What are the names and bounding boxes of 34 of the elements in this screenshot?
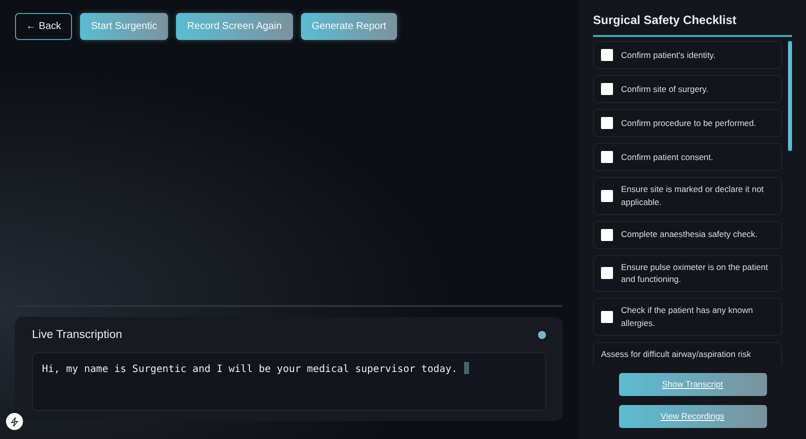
status-dot-icon [538,331,546,340]
item-label: Complete anaesthesia safety check. [621,228,758,241]
lightning-icon[interactable] [6,413,23,430]
item-label: Confirm patient consent. [621,150,714,164]
item-label: Assess for difficult airway/aspiration risk [601,348,752,360]
item-label: Ensure pulse oximeter is on the patient and functioning. [621,260,769,286]
checklist-item[interactable]: Ensure pulse oximeter is on the patient and functioning. [593,254,782,292]
checklist-item[interactable]: Ensure site is marked or declare it not applicable. [593,177,782,214]
checklist-item[interactable]: Confirm procedure to be performed. [593,109,782,137]
checkbox[interactable] [601,190,613,202]
transcript-text: Hi, my name is Surgentic and I will be your medical supervisor today. [42,363,458,377]
scrollbar-thumb[interactable] [788,41,792,151]
checkbox[interactable] [601,151,613,163]
cursor-icon [464,362,470,374]
section-title: Live Transcription [32,328,122,343]
panel-title: Surgical Safety Checklist [593,11,792,37]
item-label: Ensure site is marked or declare it not applicable. [621,183,765,208]
checklist-item[interactable]: Confirm site of surgery. [593,75,782,103]
item-label: Confirm patient's identity. [621,48,716,62]
back-button[interactable]: ← Back [15,13,72,40]
checkbox[interactable] [601,267,613,280]
item-label: Confirm procedure to be performed. [621,116,756,130]
checkbox[interactable] [601,83,613,95]
checkbox[interactable] [601,49,613,61]
checklist-item[interactable]: Check if the patient has any known allergies. [593,298,782,336]
checkbox[interactable] [601,117,613,129]
checklist-item[interactable]: Assess for difficult airway/aspiration risk [593,342,782,365]
checklist-item[interactable]: Confirm patient consent. [593,143,782,171]
checkbox[interactable] [601,228,613,240]
item-label: Confirm site of surgery. [621,82,708,96]
checkbox[interactable] [601,310,613,323]
checklist-item[interactable]: Confirm patient's identity. [593,41,782,69]
checklist-item[interactable]: Complete anaesthesia safety check. [593,220,782,248]
item-label: Check if the patient has any known allergies. [621,304,754,330]
